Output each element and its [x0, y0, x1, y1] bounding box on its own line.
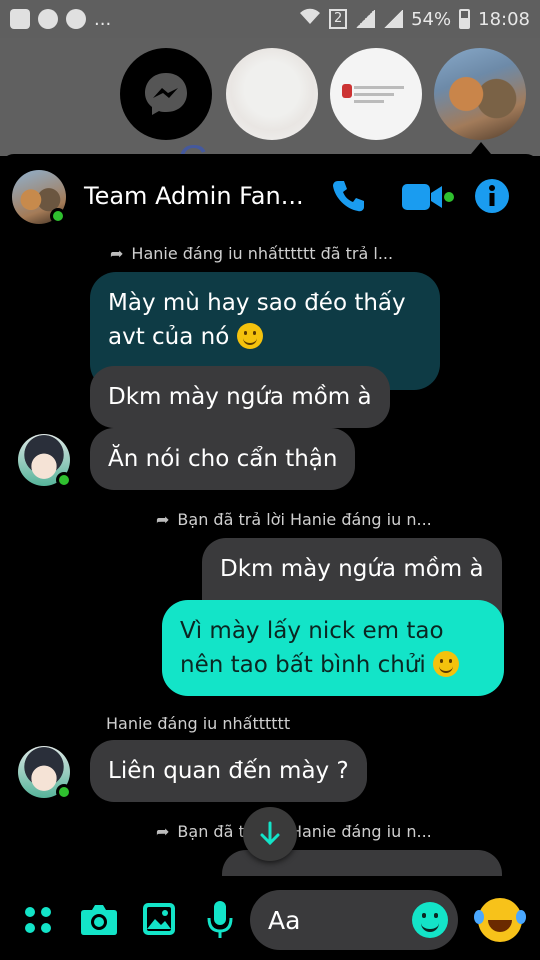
chat-head-2[interactable]	[226, 48, 318, 140]
battery-icon	[459, 9, 471, 29]
incoming-message[interactable]: Liên quan đến mày ?	[90, 740, 367, 802]
active-head-pointer	[471, 142, 491, 154]
clock: 18:08	[478, 8, 530, 30]
incoming-message[interactable]: Ăn nói cho cẩn thận	[90, 428, 356, 490]
sender-name: Hanie đáng iu nhấtttttt	[106, 714, 291, 733]
camera-icon[interactable]	[80, 902, 118, 940]
messenger-notification-icon	[38, 9, 58, 29]
message-text: Ăn nói cho cẩn thận	[108, 446, 338, 472]
reply-indicator-text: Bạn đã trả lời Hanie đáng iu n...	[177, 510, 432, 529]
conversation-title[interactable]: Team Admin Fan...	[84, 182, 304, 210]
menu-grid-icon[interactable]	[24, 906, 54, 940]
thumbnail-line	[354, 100, 384, 103]
media-notification-icon	[66, 9, 86, 29]
quoted-message-line: Mày mù hay sao đéo thấy	[108, 290, 406, 316]
composer: Aa	[0, 876, 540, 960]
info-icon[interactable]	[474, 178, 510, 218]
chat-panel: Team Admin Fan... ➦ Hanie đáng iu nhấttt…	[0, 154, 540, 960]
message-text: Liên quan đến mày ?	[108, 758, 349, 784]
battery-percent: 54%	[411, 8, 452, 30]
message-input[interactable]: Aa	[250, 890, 458, 950]
more-notifications: ...	[94, 8, 112, 30]
smile-emoji-icon	[433, 651, 460, 677]
chat-header: Team Admin Fan...	[0, 154, 540, 238]
smile-emoji-icon	[236, 323, 263, 349]
gallery-icon[interactable]	[142, 902, 176, 940]
status-bar: ... 2 54% 18:08	[0, 0, 540, 38]
thumbnail-line	[354, 93, 394, 96]
chat-head-cats[interactable]	[434, 48, 526, 140]
emoji-picker-icon[interactable]	[412, 902, 448, 938]
scroll-to-bottom-button[interactable]	[243, 807, 297, 861]
online-indicator	[50, 208, 66, 224]
reply-arrow-icon: ➦	[110, 244, 124, 263]
reply-indicator-text: Hanie đáng iu nhấtttttt đã trả l...	[131, 244, 394, 263]
thumbnail-line	[354, 86, 404, 89]
incoming-message[interactable]: Dkm mày ngứa mồm à	[90, 366, 390, 428]
message-line-2: nên tao bất bình chửi	[180, 648, 486, 682]
messenger-chat-head[interactable]	[120, 48, 212, 140]
system-indicators: 2 54% 18:08	[299, 8, 530, 31]
quoted-message-text: Dkm mày ngứa mồm à	[220, 556, 484, 582]
quoted-message-line-2: avt của nó	[108, 320, 422, 354]
online-indicator	[56, 472, 72, 488]
video-call-icon[interactable]	[402, 182, 454, 216]
quoted-message-text: avt của nó	[108, 324, 230, 350]
gallery-notification-icon	[10, 9, 30, 29]
chat-head-3[interactable]	[330, 48, 422, 140]
message-text: nên tao bất bình chửi	[180, 652, 426, 678]
signal-2-icon	[383, 10, 404, 28]
reply-arrow-icon: ➦	[156, 510, 170, 529]
messenger-icon	[145, 73, 187, 115]
message-input-placeholder: Aa	[268, 905, 301, 935]
notification-icons: ...	[10, 9, 111, 30]
message-text: Dkm mày ngứa mồm à	[108, 384, 372, 410]
signal-icon	[355, 10, 376, 28]
reply-indicator-text: Bạn đã trả lời Hanie đáng iu n...	[177, 822, 432, 841]
thumbnail-mark	[342, 84, 352, 98]
reply-indicator: ➦ Bạn đã trả lời Hanie đáng iu n...	[156, 510, 432, 529]
microphone-icon[interactable]	[206, 900, 234, 944]
sim-indicator: 2	[329, 9, 348, 29]
wifi-icon	[299, 8, 321, 31]
quick-reaction-laughing-emoji-icon[interactable]	[474, 898, 522, 942]
arrow-down-icon	[260, 821, 280, 846]
reply-arrow-icon: ➦	[156, 822, 170, 841]
reply-indicator: ➦ Hanie đáng iu nhấtttttt đã trả l...	[110, 244, 393, 263]
phone-call-icon[interactable]	[330, 178, 366, 218]
online-indicator	[56, 784, 72, 800]
message-line: Vì mày lấy nick em tao	[180, 618, 444, 644]
outgoing-message[interactable]: Vì mày lấy nick em tao nên tao bất bình …	[162, 600, 504, 696]
